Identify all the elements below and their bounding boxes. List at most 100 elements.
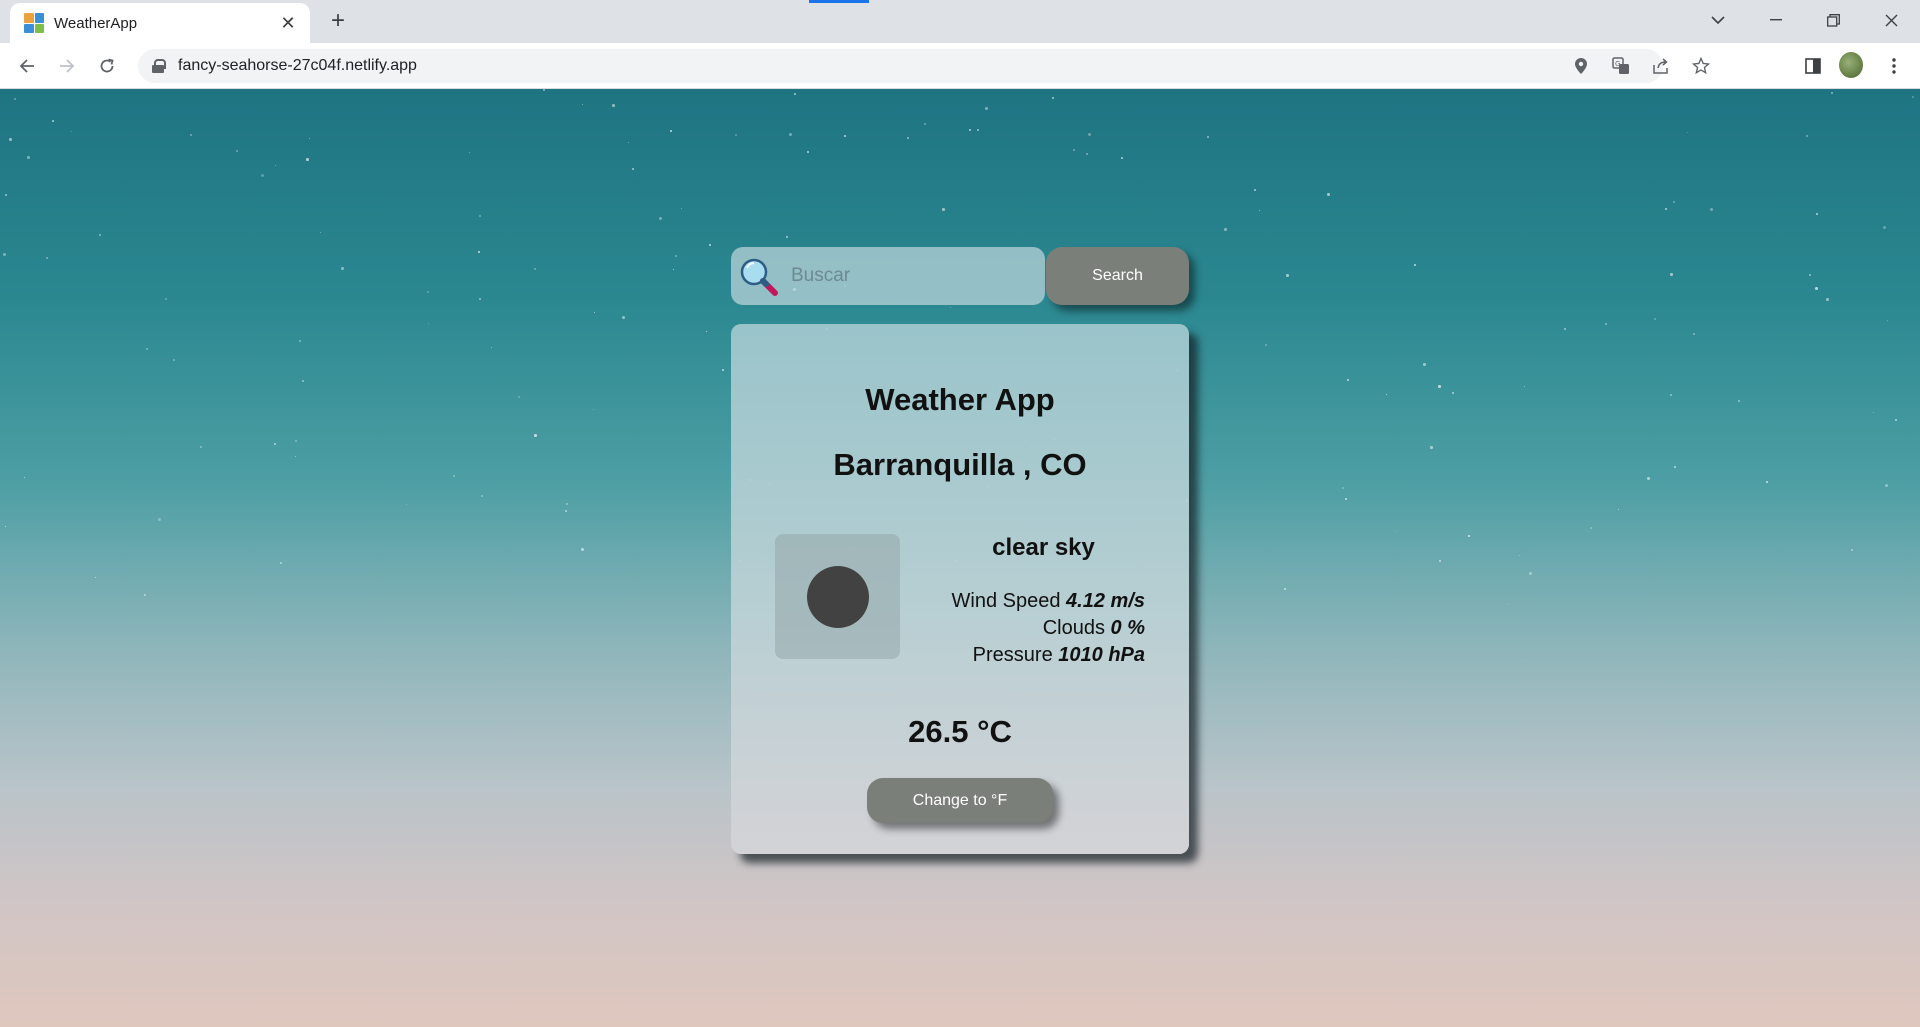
location-pin-icon[interactable] — [1571, 56, 1591, 76]
star-dot — [1674, 466, 1676, 468]
star-dot — [1073, 149, 1076, 152]
star-dot — [628, 142, 630, 144]
star-dot — [534, 268, 537, 271]
close-tab-icon[interactable]: ✕ — [278, 13, 298, 33]
star-dot — [1529, 572, 1533, 576]
search-field-container[interactable] — [731, 247, 1045, 305]
search-button[interactable]: Search — [1046, 247, 1189, 305]
restore-icon[interactable] — [1817, 6, 1849, 34]
star-dot — [1912, 96, 1914, 98]
star-dot — [1286, 274, 1289, 277]
star-dot — [295, 440, 298, 443]
star-dot — [478, 251, 480, 253]
star-dot — [1414, 264, 1416, 266]
star-dot — [1885, 484, 1888, 487]
star-dot — [427, 291, 429, 293]
star-dot — [309, 138, 311, 140]
weather-description: clear sky — [992, 534, 1095, 561]
lock-icon[interactable] — [152, 59, 166, 73]
star-dot — [275, 165, 277, 167]
search-input[interactable] — [791, 256, 1041, 296]
star-dot — [1815, 287, 1818, 290]
url-text[interactable]: fancy-seahorse-27c04f.netlify.app — [178, 57, 417, 75]
star-dot — [5, 194, 8, 197]
star-dot — [299, 340, 302, 343]
weatherapp-favicon-icon — [24, 13, 44, 33]
star-dot — [565, 510, 568, 513]
new-tab-button[interactable]: + — [325, 9, 351, 35]
star-dot — [670, 130, 672, 132]
star-dot — [1439, 560, 1442, 563]
tab-search-indicator — [809, 0, 869, 3]
star-dot — [190, 134, 193, 137]
star-dot — [1590, 527, 1593, 530]
bookmark-star-icon[interactable] — [1691, 56, 1711, 76]
weather-stats: Wind Speed 4.12 m/s Clouds 0 % Pressure … — [952, 588, 1145, 669]
star-dot — [1665, 208, 1668, 211]
tab-search-chevron-icon[interactable] — [1702, 6, 1734, 34]
star-dot — [306, 158, 309, 161]
weather-icon-box — [775, 534, 900, 659]
star-dot — [673, 269, 675, 271]
more-menu-icon[interactable] — [1882, 54, 1906, 78]
star-dot — [659, 217, 662, 220]
unit-toggle-button[interactable]: Change to °F — [867, 778, 1053, 823]
translate-icon[interactable]: G — [1611, 56, 1631, 76]
star-dot — [942, 208, 945, 211]
star-dot — [593, 409, 595, 411]
star-dot — [581, 548, 585, 552]
star-dot — [1738, 400, 1740, 402]
star-dot — [274, 443, 277, 446]
address-bar[interactable]: fancy-seahorse-27c04f.netlify.app G — [138, 49, 1710, 83]
star-dot — [632, 168, 635, 171]
minimize-icon[interactable] — [1760, 6, 1792, 34]
search-bar: Search — [731, 247, 1189, 305]
forward-arrow-icon[interactable] — [52, 51, 82, 81]
star-dot — [280, 562, 283, 565]
star-dot — [1430, 446, 1433, 449]
star-dot — [844, 135, 847, 138]
browser-toolbar: fancy-seahorse-27c04f.netlify.app G — [0, 43, 1920, 89]
star-dot — [1605, 323, 1607, 325]
star-dot — [1710, 208, 1714, 212]
star-dot — [1438, 385, 1441, 388]
back-arrow-icon[interactable] — [12, 51, 42, 81]
close-window-icon[interactable] — [1875, 6, 1907, 34]
star-dot — [1347, 379, 1349, 381]
weather-card: Weather App Barranquilla , CO clear sky … — [731, 324, 1189, 854]
star-dot — [1395, 531, 1397, 533]
star-dot — [977, 129, 979, 131]
star-dot — [786, 236, 789, 239]
avatar[interactable] — [1839, 52, 1863, 78]
star-dot — [735, 134, 738, 137]
star-dot — [1327, 193, 1330, 196]
pressure-row: Pressure 1010 hPa — [952, 642, 1145, 669]
star-dot — [261, 174, 264, 177]
star-dot — [481, 495, 484, 498]
tab-title: WeatherApp — [54, 14, 138, 32]
reload-icon[interactable] — [92, 51, 122, 81]
star-dot — [1564, 328, 1566, 330]
profile-avatar[interactable] — [1839, 52, 1863, 78]
tab-weatherapp[interactable]: WeatherApp ✕ — [10, 3, 310, 43]
star-dot — [1673, 201, 1676, 204]
star-dot — [1452, 392, 1455, 395]
star-dot — [1809, 274, 1811, 276]
share-icon[interactable] — [1651, 56, 1671, 76]
wind-speed-row: Wind Speed 4.12 m/s — [952, 588, 1145, 615]
star-dot — [1052, 97, 1054, 99]
star-dot — [1873, 412, 1874, 413]
star-dot — [95, 577, 97, 579]
star-dot — [1831, 92, 1833, 94]
side-panel-icon[interactable] — [1801, 54, 1825, 78]
star-dot — [622, 316, 626, 320]
star-dot — [709, 244, 712, 247]
star-dot — [165, 298, 168, 301]
pressure-value: 1010 hPa — [1058, 644, 1145, 666]
clouds-value: 0 % — [1110, 617, 1145, 639]
star-dot — [1121, 157, 1123, 159]
star-dot — [924, 123, 926, 125]
star-dot — [789, 133, 792, 136]
star-dot — [1284, 588, 1286, 590]
star-dot — [27, 156, 30, 159]
